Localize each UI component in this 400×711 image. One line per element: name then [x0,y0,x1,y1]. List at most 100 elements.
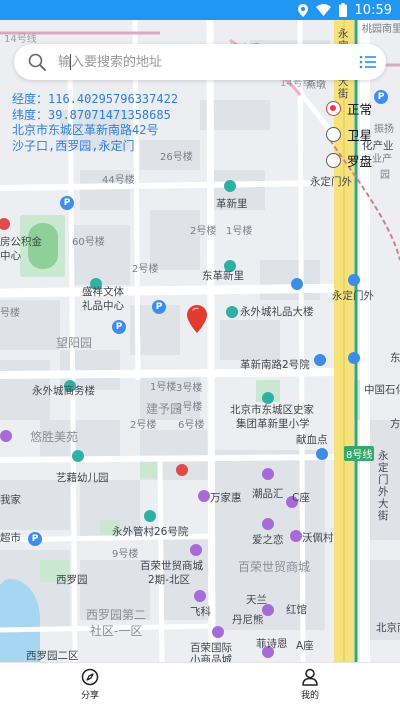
map-label: 爱之恋 [252,534,284,546]
map-label: 集团革新里小学 [236,418,310,430]
map-label: 盛祥文体 [82,286,124,298]
map-label: 8号线 [344,446,375,461]
poi-icon[interactable] [144,510,156,522]
map-label: 西罗园 [56,574,88,586]
poi-icon[interactable] [314,354,326,366]
map-type-normal[interactable]: 正常 [326,95,372,121]
map-label: 永定门外 [310,176,352,188]
map-label: 艺藉幼儿园 [56,472,109,484]
map-label: 60号楼 [72,237,105,248]
map-type-satellite[interactable]: 卫星 [326,121,372,147]
poi-icon[interactable] [262,518,274,530]
map-label: 万家惠 [210,492,242,504]
map-label: 飞科 [190,606,211,618]
map-label: 建予园 [146,402,183,416]
search-icon[interactable] [28,53,46,71]
latitude-text: 纬度：39.87071471358685 [12,107,171,122]
radio-compass[interactable] [326,152,341,168]
nav-share[interactable]: 分享 [60,668,120,701]
location-info: 经度：116.40295796337422 纬度：39.870714713586… [12,92,178,154]
map-label: 1号楼 [150,382,177,393]
map-label: 桃园南里 [362,24,400,35]
map-label: 6号楼 [178,420,205,431]
nav-label: 我的 [300,691,319,701]
map-label: 西罗园二区 [26,650,79,662]
radio-satellite[interactable] [326,126,341,142]
map-label: 我家 [0,494,21,506]
parking-icon[interactable]: P [152,300,166,314]
map-label: 菲诗恩 [256,638,288,650]
map-label: C座 [292,492,310,504]
map-label: 北京市东城区史家 [230,404,314,416]
parking-icon[interactable]: P [60,196,74,210]
status-icons: 10:59 [297,2,392,18]
poi-icon[interactable] [72,450,84,462]
map-label: 号楼 [0,308,20,319]
parking-icon[interactable]: P [28,532,42,546]
poi-icon[interactable] [290,530,302,542]
map-label: 园 [380,170,390,181]
poi-icon[interactable] [190,544,202,556]
battery-icon [338,3,347,17]
map-label: 永定门外 [332,290,374,302]
poi-icon[interactable] [224,180,236,192]
search-input[interactable] [58,50,328,74]
address-text: 北京市东城区革新南路42号 [12,123,159,137]
map-label: 2期-北区 [148,574,190,586]
map-label: 超市 [0,532,21,544]
poi-icon[interactable] [212,626,224,638]
bottom-nav: 分享 我的 [0,662,400,711]
search-bar[interactable] [14,44,386,80]
map-label: 天兰 [246,594,267,606]
map-label: 百荣世贸商城 [238,560,311,574]
map-label: 2号楼 [190,226,217,237]
location-pin-icon[interactable] [187,305,207,333]
map-label: 永外城礼品大楼 [240,306,314,318]
list-menu-icon[interactable] [356,50,380,74]
map-label: 2号楼 [132,264,159,275]
map-type-compass[interactable]: 罗盘 [326,147,372,173]
map-label: 2号楼 [130,420,157,431]
poi-icon[interactable] [348,352,360,364]
map-label: 社区-一区 [90,624,143,638]
map-label: 革新南路2号院 [240,359,310,371]
map-label: 小商品城 [190,654,232,662]
map-type-label: 正常 [347,101,373,117]
map-type-selector: 正常 卫星 罗盘 [326,95,372,173]
map-label: 百荣世贸商城 [140,560,203,572]
map-label: 永外管村26号院 [112,526,189,538]
person-icon [302,668,318,686]
poi-icon[interactable] [226,306,238,318]
poi-icon[interactable] [0,430,12,442]
map-label: 北京南 [376,622,400,634]
area-text: 沙子口,西罗园,永定门 [12,138,135,153]
poi-icon[interactable] [198,490,210,502]
map-label: 潮品汇 [252,488,284,500]
map-label: 沃佩村 [302,532,334,544]
map-label: 望阳园 [56,336,93,350]
longitude-text: 经度：116.40295796337422 [12,92,179,106]
map-type-label: 罗盘 [347,153,373,169]
map-label: 9号楼 [112,549,139,560]
poi-icon[interactable] [316,448,328,460]
parking-icon[interactable]: P [374,90,388,104]
map-label: 14号线 [4,34,37,45]
poi-icon[interactable] [194,590,206,602]
map-label: 礼品中心 [82,300,124,312]
map-label: 1号楼 [226,226,253,237]
map-label: 东 [390,352,400,364]
parking-icon[interactable]: P [112,320,126,334]
poi-icon[interactable] [348,274,360,286]
map-label: 3号楼 [176,383,203,394]
radio-normal[interactable] [326,100,341,116]
map-label: 中国石化 [364,384,400,396]
poi-icon[interactable] [262,468,274,480]
metro-station-icon[interactable] [176,464,188,476]
map-label: 方 [390,418,400,430]
nav-mine[interactable]: 我的 [280,668,340,701]
map-label: 永外城商务楼 [32,385,95,397]
map-label: 振扬 [374,124,394,135]
poi-icon[interactable] [291,278,303,290]
map-label: 红馆 [286,604,307,616]
map-label: 永定门外大街 [378,450,389,522]
